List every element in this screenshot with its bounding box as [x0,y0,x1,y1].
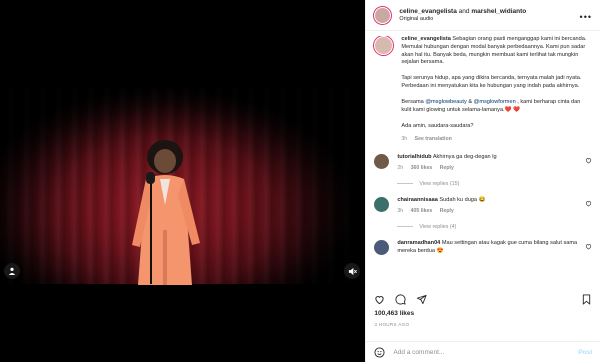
mention-msglowformen[interactable]: @msglowformen [474,99,516,105]
comment-item: chairaannisaaa Sudah ku duga 😂 3h 405 li… [366,196,600,215]
audio-label[interactable]: Original audio [399,16,526,22]
caption: celine_evangelista Sebagian orang pasti … [366,36,600,144]
caption-p4: Ada amin, saudara-saudara? [401,122,474,129]
collab-username[interactable]: marshel_widianto [471,8,526,15]
author-avatar[interactable] [374,6,392,24]
microphone [146,172,155,184]
view-replies-button[interactable]: View replies (15) [397,181,600,187]
comment-username[interactable]: tutorialhidub [397,154,431,160]
mute-icon[interactable] [344,263,360,279]
comment-item: danramadhan04 Mau settingan atau kagak g… [366,239,600,256]
caption-avatar[interactable] [374,36,394,55]
caption-username[interactable]: celine_evangelista [401,36,450,42]
comment-likes[interactable]: 360 likes [411,165,433,171]
comment-username[interactable]: danramadhan04 [397,240,440,246]
comment-time: 3h [397,207,404,214]
comment-icon[interactable] [395,294,406,305]
post-header: celine_evangelista and marshel_widianto … [366,0,600,31]
heart-emoji: ❤️ ❤️ [504,106,521,113]
add-comment-bar: Add a comment... Post [366,341,600,362]
caption-p2: Tapi serunya hidup, apa yang dikira berc… [401,75,582,90]
bookmark-icon[interactable] [581,293,592,305]
post-details-panel: celine_evangelista and marshel_widianto … [365,0,600,362]
commenter-avatar[interactable] [374,196,390,212]
heart-icon[interactable] [585,243,592,250]
post-modal: celine_evangelista and marshel_widianto … [0,0,600,362]
post-comment-button[interactable]: Post [578,349,592,356]
post-actions [374,292,592,306]
comment-item: tutorialhidub Akhirnya ga deg-degan lg 2… [366,153,600,172]
mention-msglowbeauty[interactable]: @msglowbeauty [425,99,466,105]
share-icon[interactable] [416,294,427,305]
caption-time: 3h [401,136,408,143]
comment-text: Sudah ku duga 😂 [439,196,486,203]
more-horizontal-icon[interactable]: ••• [580,12,592,22]
user-tag-icon[interactable] [4,263,20,279]
post-video[interactable] [0,0,366,362]
commenter-avatar[interactable] [374,239,390,255]
reply-button[interactable]: Reply [440,165,454,171]
comment-text: Akhirnya ga deg-degan lg [432,153,497,160]
comment-username[interactable]: chairaannisaaa [397,197,437,203]
mic-stand [150,180,152,284]
see-translation-button[interactable]: See translation [415,136,452,142]
header-joiner: and [458,8,470,16]
comment-likes[interactable]: 405 likes [411,208,433,214]
comment-time: 2h [397,164,404,171]
performer-figure [132,140,200,285]
comments-section: celine_evangelista Sebagian orang pasti … [366,36,600,286]
likes-count[interactable]: 100,463 likes [374,310,414,317]
view-replies-button[interactable]: View replies (4) [397,224,600,230]
emoji-icon[interactable] [374,346,385,358]
heart-icon[interactable] [585,200,592,207]
author-username[interactable]: celine_evangelista [399,8,456,15]
comment-input[interactable]: Add a comment... [393,349,578,356]
commenter-avatar[interactable] [374,153,390,169]
heart-icon[interactable] [585,157,592,164]
reply-button[interactable]: Reply [440,208,454,214]
post-time: 3 HOURS AGO [374,322,410,327]
heart-icon[interactable] [374,294,385,305]
